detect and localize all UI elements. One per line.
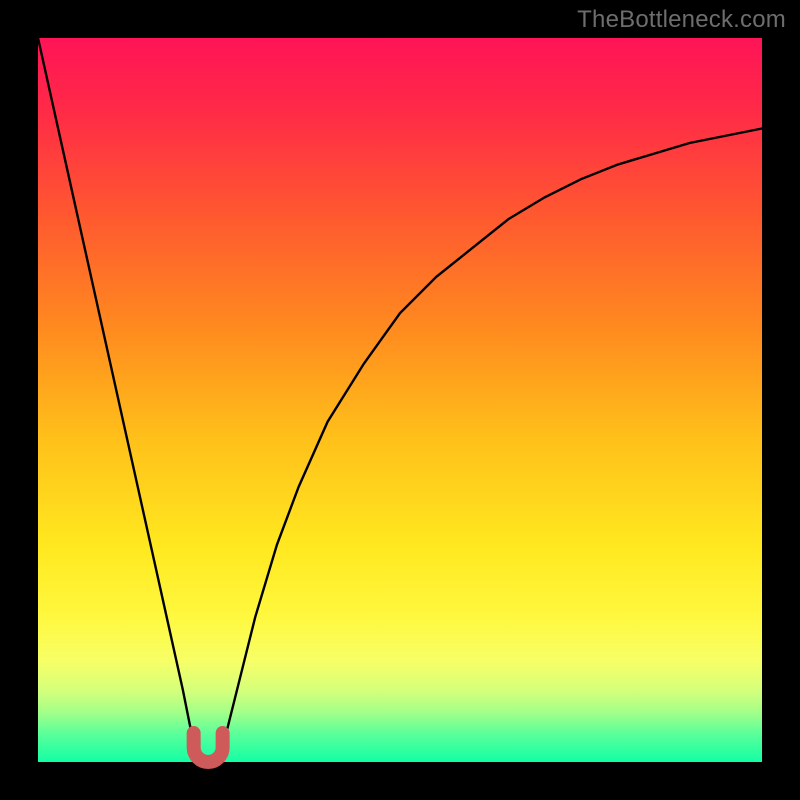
optimal-marker: [194, 733, 223, 762]
plot-area: [38, 38, 762, 762]
outer-frame: TheBottleneck.com: [0, 0, 800, 800]
curve-left-branch: [38, 38, 197, 755]
chart-svg: [38, 38, 762, 762]
curve-right-branch: [219, 129, 762, 755]
watermark-text: TheBottleneck.com: [577, 6, 786, 34]
